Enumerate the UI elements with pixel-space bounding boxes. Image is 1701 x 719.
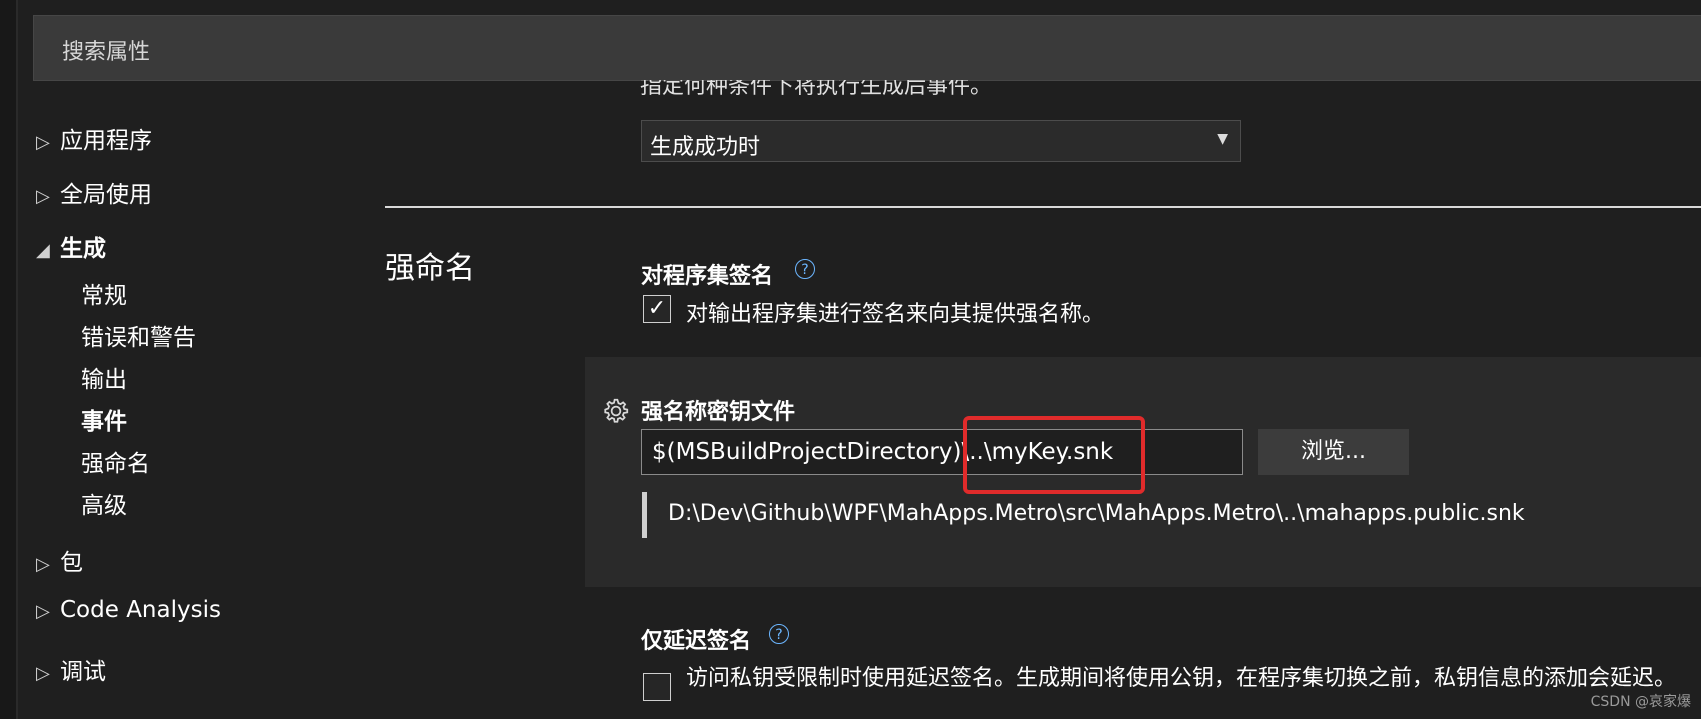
path-indicator-bar bbox=[642, 492, 647, 538]
annotation-highlight-box bbox=[963, 416, 1145, 494]
gear-icon[interactable] bbox=[601, 396, 631, 426]
window-left-strip bbox=[0, 0, 16, 719]
post-build-condition-description-text: 指定何种条件下将执行生成后事件。 bbox=[640, 80, 993, 99]
sidebar-item-label: 应用程序 bbox=[60, 128, 152, 154]
chevron-down-icon: ▼ bbox=[1217, 131, 1228, 147]
help-icon[interactable]: ? bbox=[769, 624, 789, 644]
section-divider bbox=[385, 206, 1701, 208]
sidebar-item-debug[interactable]: ▷ 调试 bbox=[36, 652, 106, 686]
sidebar-item-label: 调试 bbox=[60, 659, 106, 685]
search-properties-box[interactable]: 搜索属性 bbox=[33, 15, 1701, 81]
key-file-input[interactable]: $(MSBuildProjectDirectory)\..\myKey.snk bbox=[641, 429, 1243, 475]
sign-assembly-label: 对输出程序集进行签名来向其提供强名称。 bbox=[686, 302, 1105, 327]
watermark: CSDN @哀家爆 bbox=[1590, 694, 1691, 710]
sidebar-subitem-general[interactable]: 常规 bbox=[81, 276, 127, 310]
sign-assembly-checkbox[interactable]: ✓ bbox=[643, 295, 671, 323]
sidebar-item-label: Code Analysis bbox=[60, 597, 221, 623]
sidebar-subitem-advanced[interactable]: 高级 bbox=[81, 486, 127, 520]
checkmark-icon: ✓ bbox=[647, 296, 667, 321]
key-file-title: 强名称密钥文件 bbox=[641, 400, 796, 425]
window-left-edge bbox=[16, 0, 18, 719]
triangle-down-icon: ◢ bbox=[36, 240, 50, 261]
delay-sign-checkbox[interactable] bbox=[643, 673, 671, 701]
post-build-condition-description: 指定何种条件下将执行生成后事件。 bbox=[640, 80, 992, 104]
triangle-right-icon: ▷ bbox=[36, 663, 50, 684]
dropdown-value: 生成成功时 bbox=[650, 135, 761, 160]
sign-assembly-title: 对程序集签名 bbox=[641, 264, 774, 289]
section-title-strong-naming: 强命名 bbox=[385, 251, 475, 286]
triangle-right-icon: ▷ bbox=[36, 186, 50, 207]
sidebar-item-label: 生成 bbox=[60, 236, 106, 262]
delay-sign-title: 仅延迟签名 bbox=[641, 629, 752, 654]
sidebar-subitem-errors-warnings[interactable]: 错误和警告 bbox=[81, 318, 196, 352]
sidebar-item-package[interactable]: ▷ 包 bbox=[36, 543, 83, 577]
triangle-right-icon: ▷ bbox=[36, 601, 50, 622]
sidebar-item-application[interactable]: ▷ 应用程序 bbox=[36, 121, 152, 155]
sidebar-item-global-usings[interactable]: ▷ 全局使用 bbox=[36, 175, 152, 209]
resolved-key-path: D:\Dev\Github\WPF\MahApps.Metro\src\MahA… bbox=[668, 501, 1525, 526]
sidebar-subitem-events[interactable]: 事件 bbox=[81, 402, 127, 436]
delay-sign-label: 访问私钥受限制时使用延迟签名。生成期间将使用公钥，在程序集切换之前，私钥信息的添… bbox=[686, 666, 1677, 691]
sidebar-item-code-analysis[interactable]: ▷ Code Analysis bbox=[36, 597, 221, 623]
sidebar-item-build[interactable]: ◢ 生成 bbox=[36, 229, 106, 263]
triangle-right-icon: ▷ bbox=[36, 132, 50, 153]
sidebar-subitem-output[interactable]: 输出 bbox=[81, 360, 127, 394]
triangle-right-icon: ▷ bbox=[36, 554, 50, 575]
sidebar-item-label: 包 bbox=[60, 550, 83, 576]
browse-button[interactable]: 浏览... bbox=[1258, 429, 1409, 475]
post-build-condition-dropdown[interactable]: 生成成功时 ▼ bbox=[641, 120, 1241, 162]
sidebar-subitem-strong-naming[interactable]: 强命名 bbox=[81, 444, 150, 478]
sidebar-item-label: 全局使用 bbox=[60, 182, 152, 208]
help-icon[interactable]: ? bbox=[795, 259, 815, 279]
search-input[interactable]: 搜索属性 bbox=[62, 34, 150, 66]
